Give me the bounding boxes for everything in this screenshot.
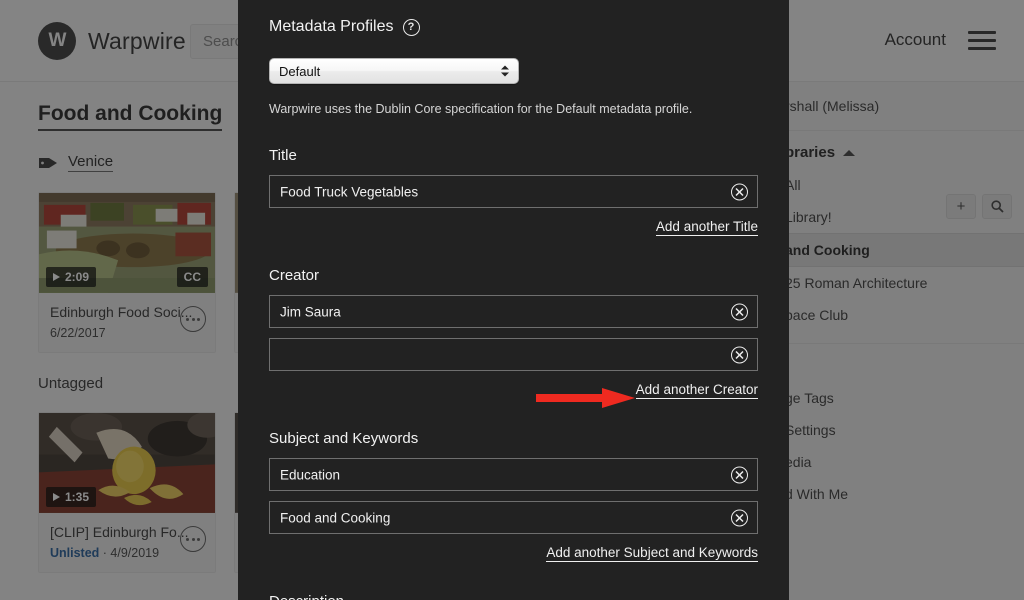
sidebar-item-manage-tags[interactable]: ge Tags: [771, 382, 1024, 414]
duration-text: 1:35: [65, 490, 90, 504]
modal-heading: Metadata Profiles ?: [269, 18, 758, 36]
sidebar-item-all[interactable]: All: [771, 169, 1024, 201]
warpwire-logo-icon: W: [38, 22, 76, 60]
metadata-group-description: Description: [269, 593, 758, 600]
sidebar-libraries-label: braries: [785, 144, 836, 161]
profile-note: Warpwire uses the Dublin Core specificat…: [269, 102, 693, 116]
add-another-title-label: Add another Title: [655, 219, 758, 236]
profile-select-value: Default: [279, 64, 321, 79]
duration-text: 2:09: [65, 270, 90, 284]
clear-circle-x-icon[interactable]: [731, 346, 748, 363]
chevron-up-icon: [843, 149, 856, 156]
video-card[interactable]: 1:35 [CLIP] Edinburgh Fo... Unlisted · 4…: [38, 412, 216, 573]
add-another-creator-label: Add another Creator: [635, 382, 758, 399]
page-title: Food and Cooking: [38, 102, 223, 131]
chevron-updown-icon: [501, 65, 509, 77]
subject-field-1[interactable]: Education: [269, 458, 758, 491]
sidebar-item-settings[interactable]: Settings: [771, 414, 1024, 446]
title-field-1[interactable]: Food Truck Vegetables: [269, 175, 758, 208]
sidebar-item-space-club[interactable]: pace Club: [771, 299, 1024, 331]
creator-field-1-value: Jim Saura: [280, 304, 341, 319]
metadata-group-subject-keywords: Subject and Keywords Education Food and …: [269, 430, 758, 562]
play-icon: [53, 273, 60, 281]
subject-field-2-value: Food and Cooking: [280, 510, 391, 525]
add-another-title[interactable]: Add another Title: [269, 218, 758, 236]
sidebar-user[interactable]: rshall (Melissa): [771, 82, 1024, 131]
tag-icon: [39, 157, 57, 168]
metadata-profiles-modal: Metadata Profiles ? Default Warpwire use…: [238, 0, 789, 600]
date-text: 4/9/2019: [110, 546, 160, 560]
brand-name: Warpwire: [88, 27, 186, 54]
more-options-icon[interactable]: [180, 526, 206, 552]
duration-badge: 1:35: [46, 487, 97, 507]
unlisted-badge: Unlisted: [50, 546, 100, 560]
add-another-subject-keywords[interactable]: Add another Subject and Keywords: [269, 544, 758, 562]
sidebar-divider: [771, 343, 1024, 344]
video-card[interactable]: 2:09 CC Edinburgh Food Soci... 6/22/2017: [38, 192, 216, 353]
clear-circle-x-icon[interactable]: [731, 466, 748, 483]
sidebar-item-media[interactable]: edia: [771, 446, 1024, 478]
clear-circle-x-icon[interactable]: [731, 509, 748, 526]
modal-heading-text: Metadata Profiles: [269, 18, 394, 35]
clear-circle-x-icon[interactable]: [731, 303, 748, 320]
hamburger-menu-icon[interactable]: [968, 31, 996, 50]
video-meta: [CLIP] Edinburgh Fo... Unlisted · 4/9/20…: [39, 514, 215, 572]
profile-select[interactable]: Default: [269, 58, 519, 84]
add-another-subject-keywords-label: Add another Subject and Keywords: [546, 545, 758, 562]
clear-circle-x-icon[interactable]: [731, 183, 748, 200]
video-thumbnail[interactable]: 2:09 CC: [39, 193, 215, 294]
title-field-1-value: Food Truck Vegetables: [280, 184, 419, 199]
group-label-description: Description: [269, 593, 758, 600]
video-thumbnail[interactable]: 1:35: [39, 413, 215, 514]
group-label-subject-keywords: Subject and Keywords: [269, 430, 419, 447]
creator-field-1[interactable]: Jim Saura: [269, 295, 758, 328]
more-options-icon[interactable]: [180, 306, 206, 332]
duration-badge: 2:09: [46, 267, 97, 287]
date-separator: ·: [99, 546, 111, 560]
video-date: 6/22/2017: [50, 326, 106, 340]
video-date: Unlisted · 4/9/2019: [50, 546, 204, 560]
tag-link[interactable]: Venice: [68, 153, 114, 172]
brand[interactable]: W Warpwire: [38, 22, 186, 60]
play-icon: [53, 493, 60, 501]
video-meta: Edinburgh Food Soci... 6/22/2017: [39, 294, 215, 352]
sidebar-item-shared-with-me[interactable]: d With Me: [771, 478, 1024, 510]
creator-field-2[interactable]: [269, 338, 758, 371]
question-mark-icon[interactable]: ?: [402, 18, 420, 36]
group-label-title: Title: [269, 147, 297, 164]
metadata-group-creator: Creator Jim Saura Add another Creator: [269, 267, 758, 399]
sidebar-item-library[interactable]: Library!: [771, 201, 1024, 233]
screenshot-root: W Warpwire Search Account Food and Cooki…: [0, 0, 1024, 600]
add-another-creator[interactable]: Add another Creator: [269, 381, 758, 399]
right-sidebar: rshall (Melissa) braries + All Library! …: [770, 82, 1024, 600]
metadata-group-title: Title Food Truck Vegetables Add another …: [269, 147, 758, 236]
cc-badge: CC: [176, 267, 208, 287]
sidebar-libraries-header[interactable]: braries: [771, 131, 1024, 169]
sidebar-item-food-and-cooking[interactable]: and Cooking: [771, 233, 1024, 267]
group-label-creator: Creator: [269, 267, 320, 284]
subject-field-2[interactable]: Food and Cooking: [269, 501, 758, 534]
subject-field-1-value: Education: [280, 467, 341, 482]
sidebar-item-roman-architecture[interactable]: 25 Roman Architecture: [771, 267, 1024, 299]
account-menu[interactable]: Account: [885, 30, 946, 50]
